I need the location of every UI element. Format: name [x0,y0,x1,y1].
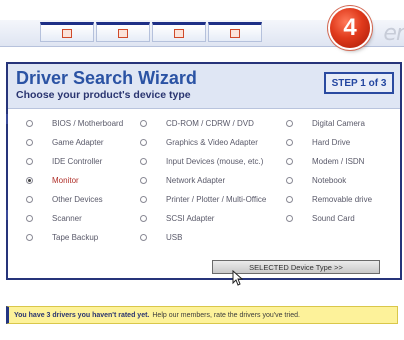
step-badge: STEP 1 of 3 [324,72,394,94]
browser-tab[interactable] [152,22,206,42]
device-type-radio[interactable] [286,214,293,222]
device-type-label: Notebook [312,175,347,185]
device-type-label: CD-ROM / CDRW / DVD [166,118,254,128]
device-type-option[interactable]: Scanner [26,209,82,227]
device-type-option[interactable]: Monitor [26,171,79,189]
device-type-label: BIOS / Motherboard [52,118,124,128]
page-icon [174,29,184,38]
device-type-label: Printer / Plotter / Multi-Office [166,194,267,204]
device-type-radio[interactable] [286,195,293,203]
device-type-radio[interactable] [26,138,33,146]
device-type-label: Scanner [52,213,82,223]
unrated-drivers-notice: You have 3 drivers you haven't rated yet… [6,306,398,324]
device-type-label: IDE Controller [52,156,103,166]
device-type-radio[interactable] [140,119,147,127]
device-type-radio[interactable] [140,138,147,146]
device-type-label: Network Adapter [166,175,226,185]
device-type-option[interactable]: Input Devices (mouse, etc.) [140,152,263,170]
page-icon [118,29,128,38]
device-type-option[interactable]: Tape Backup [26,228,98,246]
device-type-option[interactable]: BIOS / Motherboard [26,114,123,132]
edge-mark [6,210,8,220]
device-type-label: Game Adapter [52,137,104,147]
wizard-header: Driver Search Wizard Choose your product… [8,64,400,109]
device-type-radio[interactable] [140,157,147,165]
device-type-option[interactable]: IDE Controller [26,152,102,170]
wizard-title: Driver Search Wizard [16,68,197,88]
device-type-radio[interactable] [286,176,293,184]
device-type-label: Modem / ISDN [312,156,365,166]
edge-mark [6,114,8,124]
device-type-radio[interactable] [286,157,293,165]
device-type-label: Input Devices (mouse, etc.) [166,156,264,166]
device-type-radio[interactable] [286,119,293,127]
device-type-radio[interactable] [286,138,293,146]
device-type-label: Sound Card [312,213,355,223]
device-type-radio[interactable] [26,214,33,222]
device-type-option[interactable]: Other Devices [26,190,103,208]
browser-tab[interactable] [208,22,262,42]
device-type-label: Hard Drive [312,137,351,147]
device-type-radio[interactable] [26,119,33,127]
device-type-radio[interactable] [140,233,147,241]
driver-search-wizard: Driver Search Wizard Choose your product… [6,62,402,286]
page-icon [62,29,72,38]
device-type-radio[interactable] [26,195,33,203]
device-type-option[interactable]: Sound Card [286,209,355,227]
device-type-option[interactable]: Digital Camera [286,114,365,132]
notice-text: Help our members, rate the drivers you'v… [152,311,300,319]
device-type-label: Graphics & Video Adapter [166,137,258,147]
mouse-cursor-icon [232,270,244,286]
device-type-label: Tape Backup [52,232,99,242]
device-type-option[interactable]: USB [140,228,182,246]
device-type-option[interactable]: CD-ROM / CDRW / DVD [140,114,254,132]
browser-tab[interactable] [96,22,150,42]
device-type-label: Removable drive [312,194,373,204]
device-type-option[interactable]: Network Adapter [140,171,225,189]
notice-bold-text: You have 3 drivers you haven't rated yet… [14,311,150,319]
device-type-label: Monitor [52,175,79,185]
device-type-option[interactable]: Modem / ISDN [286,152,364,170]
device-type-label: USB [166,232,183,242]
device-type-radio[interactable] [140,195,147,203]
browser-tab[interactable] [40,22,94,42]
device-type-label: Digital Camera [312,118,365,128]
device-type-option[interactable]: SCSI Adapter [140,209,214,227]
device-type-radio[interactable] [140,214,147,222]
device-type-label: SCSI Adapter [166,213,215,223]
device-type-option[interactable]: Notebook [286,171,346,189]
device-type-option[interactable]: Printer / Plotter / Multi-Office [140,190,266,208]
device-type-option[interactable]: Removable drive [286,190,372,208]
step-number-badge: 4 [330,8,370,48]
device-type-option[interactable]: Game Adapter [26,133,104,151]
device-type-radio[interactable] [26,157,33,165]
device-type-option[interactable]: Hard Drive [286,133,350,151]
page-icon [230,29,240,38]
device-type-radio[interactable] [140,176,147,184]
device-type-radio[interactable] [26,233,33,241]
device-type-option[interactable]: Graphics & Video Adapter [140,133,258,151]
device-type-label: Other Devices [52,194,103,204]
wizard-subtitle: Choose your product's device type [16,89,191,101]
device-type-radio[interactable] [26,176,33,184]
